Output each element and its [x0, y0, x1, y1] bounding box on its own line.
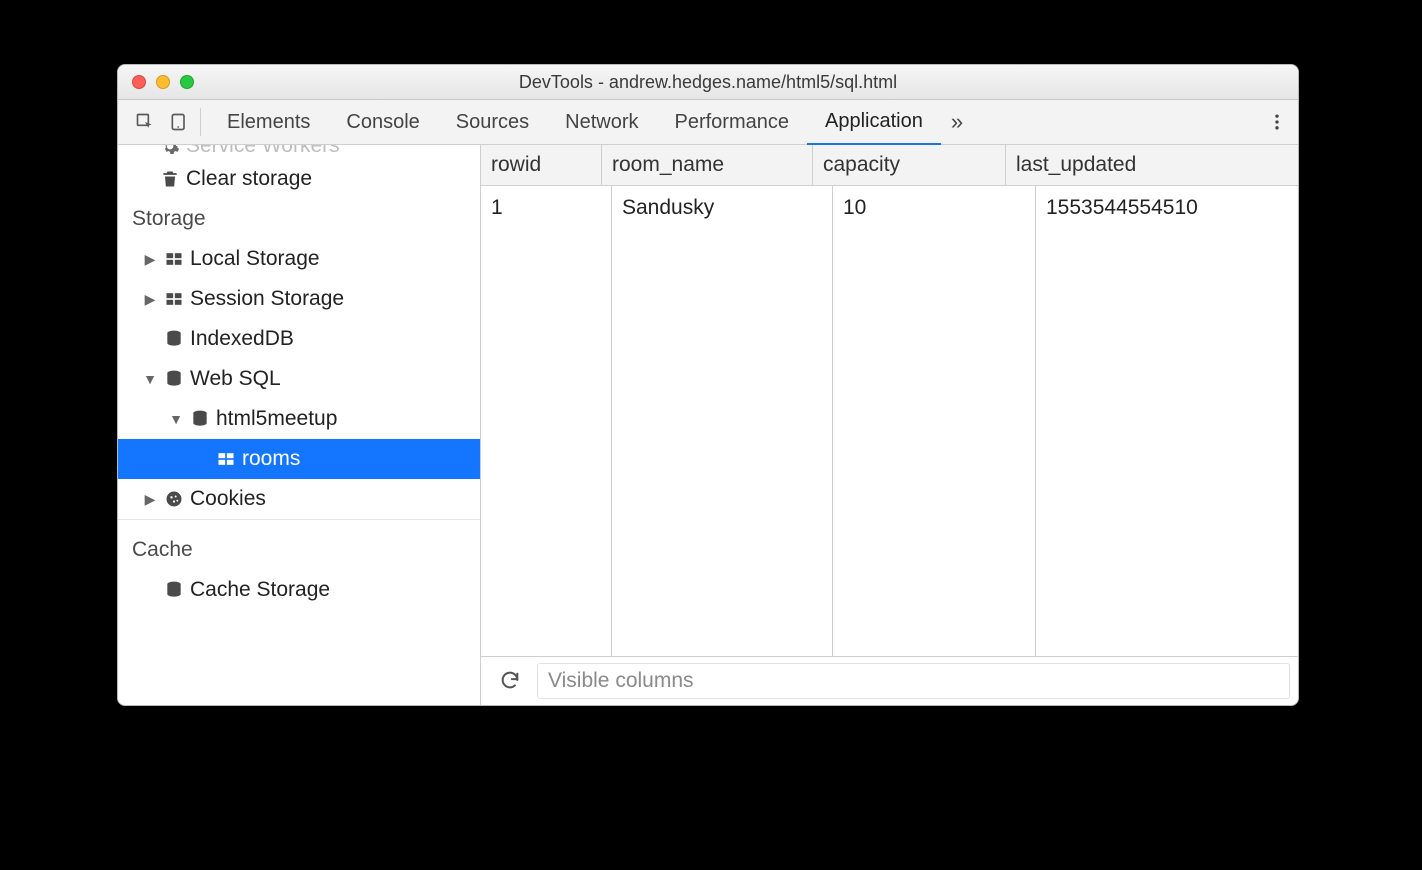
tab-label: Network [565, 111, 638, 134]
tab-label: Console [346, 111, 419, 134]
tab-application[interactable]: Application [807, 99, 941, 146]
device-toolbar-icon[interactable] [162, 105, 196, 139]
grid-icon [162, 249, 186, 269]
window-titlebar: DevTools - andrew.hedges.name/html5/sql.… [118, 65, 1298, 100]
column-header-label: rowid [491, 153, 541, 177]
window-zoom-button[interactable] [180, 75, 194, 89]
chevron-right-icon: ▶ [142, 291, 158, 308]
chevron-down-icon: ▼ [142, 371, 158, 387]
sidebar-heading-cache: Cache [118, 519, 480, 570]
column-header[interactable]: rowid [481, 145, 602, 185]
window-controls [118, 75, 194, 89]
table-icon [214, 449, 238, 469]
sidebar-item-label: Cookies [190, 487, 266, 511]
column-header[interactable]: last_updated [1006, 145, 1298, 185]
sidebar-item-label: Local Storage [190, 247, 320, 271]
sidebar-item-local-storage[interactable]: ▶ Local Storage [118, 239, 480, 279]
devtools-window: DevTools - andrew.hedges.name/html5/sql.… [117, 64, 1299, 706]
window-close-button[interactable] [132, 75, 146, 89]
sidebar-item-clear-storage[interactable]: Clear storage [118, 159, 480, 199]
column-header[interactable]: room_name [602, 145, 813, 185]
sidebar-item-label: Cache Storage [190, 578, 330, 602]
tab-label: Performance [675, 111, 790, 134]
sidebar-item-cookies[interactable]: ▶ Cookies [118, 479, 480, 519]
data-grid: rowid room_name capacity last_updated 1 … [481, 145, 1298, 705]
trash-icon [158, 169, 182, 189]
column-header-label: room_name [612, 153, 724, 177]
chevron-right-icon: ▶ [142, 251, 158, 268]
cell-value: Sandusky [622, 196, 714, 219]
cell-value: 1 [491, 196, 503, 219]
data-cell[interactable]: Sandusky [612, 186, 833, 656]
tab-sources[interactable]: Sources [438, 100, 547, 144]
database-icon [162, 369, 186, 389]
gear-icon [158, 145, 182, 156]
database-icon [162, 329, 186, 349]
cell-value: 10 [843, 196, 866, 219]
sidebar-heading-storage: Storage [118, 199, 480, 239]
devtools-body: Service Workers Clear storage Storage ▶ [118, 145, 1298, 705]
devtools-menu-button[interactable] [1262, 107, 1292, 137]
sidebar-item-database[interactable]: ▼ html5meetup [118, 399, 480, 439]
data-cell[interactable]: 10 [833, 186, 1036, 656]
sidebar-item-label: Clear storage [186, 167, 312, 191]
sidebar-item-cache-storage[interactable]: ▶ Cache Storage [118, 570, 480, 610]
sidebar-item-indexeddb[interactable]: ▶ IndexedDB [118, 319, 480, 359]
column-header-label: last_updated [1016, 153, 1136, 177]
tab-label: Elements [227, 111, 310, 134]
tabs-overflow-button[interactable]: » [941, 109, 973, 135]
sidebar-item-label: Session Storage [190, 287, 344, 311]
sidebar-item-session-storage[interactable]: ▶ Session Storage [118, 279, 480, 319]
tab-label: Application [825, 110, 923, 133]
visible-columns-field[interactable]: Visible columns [537, 663, 1290, 699]
cookie-icon [162, 489, 186, 509]
tab-console[interactable]: Console [328, 100, 437, 144]
tab-label: Sources [456, 111, 529, 134]
window-minimize-button[interactable] [156, 75, 170, 89]
chevron-right-icon: ▶ [142, 491, 158, 508]
sidebar-item-label: Web SQL [190, 367, 281, 391]
refresh-button[interactable] [499, 669, 523, 693]
grid-icon [162, 289, 186, 309]
sidebar-item-label: IndexedDB [190, 327, 294, 351]
devtools-tabstrip: Elements Console Sources Network Perform… [118, 100, 1298, 145]
data-grid-footer: Visible columns [481, 656, 1298, 705]
tab-performance[interactable]: Performance [657, 100, 808, 144]
tab-elements[interactable]: Elements [209, 100, 328, 144]
window-title: DevTools - andrew.hedges.name/html5/sql.… [118, 72, 1298, 93]
data-cell[interactable]: 1 [481, 186, 612, 656]
cell-value: 1553544554510 [1046, 196, 1198, 219]
sidebar-item-table-selected[interactable]: rooms [118, 439, 480, 479]
column-header-label: capacity [823, 153, 900, 177]
chevron-down-icon: ▼ [168, 411, 184, 427]
data-pane: rowid room_name capacity last_updated 1 … [481, 145, 1298, 705]
database-icon [188, 409, 212, 429]
data-cell[interactable]: 1553544554510 [1036, 186, 1298, 656]
tabstrip-divider [200, 108, 201, 136]
column-header[interactable]: capacity [813, 145, 1006, 185]
application-sidebar: Service Workers Clear storage Storage ▶ [118, 145, 481, 705]
sidebar-item-web-sql[interactable]: ▼ Web SQL [118, 359, 480, 399]
visible-columns-placeholder: Visible columns [548, 669, 694, 693]
sidebar-item-service-workers[interactable]: Service Workers [118, 145, 480, 159]
database-icon [162, 580, 186, 600]
sidebar-item-label: html5meetup [216, 407, 337, 431]
inspect-element-icon[interactable] [128, 105, 162, 139]
sidebar-item-label: Service Workers [186, 145, 340, 158]
tab-network[interactable]: Network [547, 100, 656, 144]
data-grid-body: 1 Sandusky 10 1553544554510 [481, 186, 1298, 656]
sidebar-item-label: rooms [242, 447, 300, 471]
data-grid-header: rowid room_name capacity last_updated [481, 145, 1298, 186]
chevron-right-double-icon: » [951, 109, 963, 134]
